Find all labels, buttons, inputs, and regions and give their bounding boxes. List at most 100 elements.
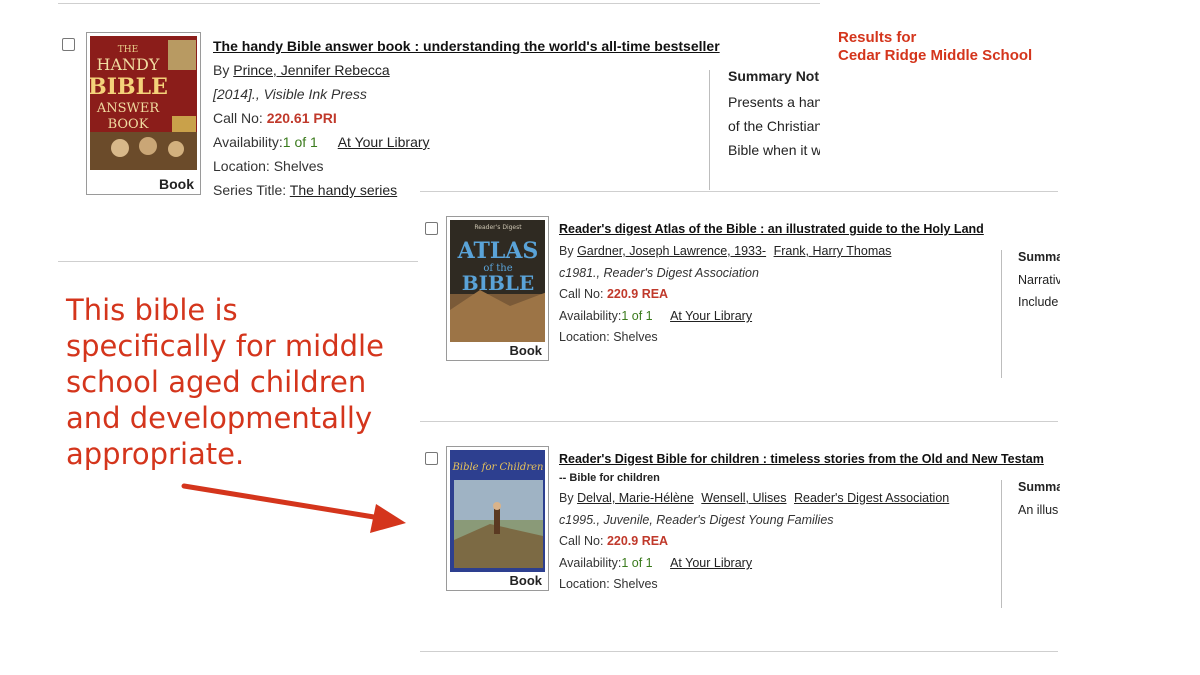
result-divider bbox=[420, 191, 1058, 192]
availability-line: Availability:1 of 1 At Your Library bbox=[559, 556, 752, 570]
call-number-line: Call No: 220.61 PRI bbox=[213, 110, 337, 126]
call-number-line: Call No: 220.9 REA bbox=[559, 287, 668, 301]
author-link[interactable]: Gardner, Joseph Lawrence, 1933- bbox=[577, 244, 766, 258]
title-clip: Reader's Digest Bible for children : tim… bbox=[559, 452, 1060, 470]
summary-text-line: of the Christian bbox=[728, 118, 820, 134]
cover-text-answer: ANSWER bbox=[96, 101, 161, 116]
book-cover-1[interactable]: THE HANDY BIBLE ANSWER BOOK Book bbox=[86, 32, 201, 195]
result-title-link[interactable]: The handy Bible answer book : understand… bbox=[213, 38, 720, 54]
summary-divider bbox=[709, 70, 710, 190]
summary-text-line: An illus bbox=[1018, 503, 1059, 517]
summary-heading: Summa bbox=[1018, 480, 1060, 494]
result-divider bbox=[420, 651, 1058, 652]
summary-divider bbox=[1001, 250, 1002, 378]
left-divider bbox=[58, 261, 418, 262]
author-link[interactable]: Frank, Harry Thomas bbox=[774, 244, 892, 258]
publication-line: [2014]., Visible Ink Press bbox=[213, 86, 367, 102]
summary-heading: Summary Not bbox=[728, 68, 820, 84]
result-title-link[interactable]: Reader's Digest Bible for children : tim… bbox=[559, 452, 1044, 466]
author-link[interactable]: Prince, Jennifer Rebecca bbox=[233, 62, 389, 78]
summary-text-line: Narrativ bbox=[1018, 273, 1060, 287]
author-line: By Gardner, Joseph Lawrence, 1933- Frank… bbox=[559, 244, 891, 258]
annotation-line: appropriate. bbox=[66, 437, 245, 471]
results-for-label: Results for bbox=[838, 29, 917, 46]
summary-text-line: Include bbox=[1018, 295, 1059, 309]
author-line: By Prince, Jennifer Rebecca bbox=[213, 62, 390, 78]
at-your-library-link[interactable]: At Your Library bbox=[670, 309, 752, 323]
author-link[interactable]: Wensell, Ulises bbox=[701, 491, 786, 505]
cover-text-book: BOOK bbox=[108, 117, 149, 132]
cover-text-bible: BIBLE bbox=[90, 74, 168, 100]
cover-text-title: Bible for Children bbox=[452, 462, 544, 473]
book-cover-2[interactable]: Reader's Digest ATLAS of the BIBLE Book bbox=[446, 216, 549, 361]
location-line: Location: Shelves bbox=[559, 330, 658, 344]
annotation-note: This bible is specifically for middle sc… bbox=[66, 292, 384, 472]
summary-panel: Summary Not Presents a han of the Christ… bbox=[728, 68, 820, 168]
format-label: Book bbox=[509, 343, 543, 358]
availability-line: Availability:1 of 1 At Your Library bbox=[559, 309, 752, 323]
cover-art: Reader's Digest ATLAS of the BIBLE bbox=[450, 220, 545, 342]
at-your-library-link[interactable]: At Your Library bbox=[670, 556, 752, 570]
cover-illustration: Bible for Children bbox=[450, 450, 545, 572]
format-label: Book bbox=[159, 176, 194, 192]
series-label: Series Title: bbox=[213, 182, 290, 198]
result-divider bbox=[420, 421, 1058, 422]
annotation-line: specifically for middle bbox=[66, 329, 384, 363]
publication-line: c1995., Juvenile, Reader's Digest Young … bbox=[559, 513, 834, 527]
call-number: 220.9 REA bbox=[606, 534, 669, 548]
by-label: By bbox=[559, 244, 574, 258]
publication-line: c1981., Reader's Digest Association bbox=[559, 266, 759, 280]
location-line: Location: Shelves bbox=[559, 577, 658, 591]
summary-panel: Summa An illus bbox=[1018, 480, 1060, 522]
availability-count: 1 of 1 bbox=[282, 134, 318, 150]
summary-heading: Summa bbox=[1018, 250, 1060, 264]
summary-divider bbox=[1001, 480, 1002, 608]
author-link[interactable]: Delval, Marie-Hélène bbox=[577, 491, 694, 505]
summary-text-line: Presents a han bbox=[728, 94, 820, 110]
availability-count: 1 of 1 bbox=[621, 309, 653, 323]
format-label: Book bbox=[509, 573, 543, 588]
at-your-library-link[interactable]: At Your Library bbox=[338, 134, 430, 150]
top-divider bbox=[58, 3, 820, 4]
select-checkbox[interactable] bbox=[425, 452, 438, 465]
series-line: Series Title: The handy series bbox=[213, 182, 397, 198]
result-title-link[interactable]: Reader's digest Atlas of the Bible : an … bbox=[559, 222, 984, 236]
availability-label: Availability: bbox=[559, 556, 622, 570]
call-number-line: Call No: 220.9 REA bbox=[559, 534, 668, 548]
summary-text-line: Bible when it w bbox=[728, 142, 820, 158]
availability-label: Availability: bbox=[559, 309, 622, 323]
variant-title: -- Bible for children bbox=[559, 472, 660, 484]
by-label: By bbox=[559, 491, 574, 505]
by-label: By bbox=[213, 62, 230, 78]
cover-illustration: THE HANDY BIBLE ANSWER BOOK bbox=[90, 36, 197, 170]
availability-label: Availability: bbox=[213, 134, 283, 150]
call-number: 220.9 REA bbox=[606, 287, 669, 301]
book-cover-3[interactable]: Bible for Children Book bbox=[446, 446, 549, 591]
call-label: Call No: bbox=[559, 287, 607, 301]
cover-text-atlas: ATLAS bbox=[457, 238, 539, 264]
call-number: 220.61 PRI bbox=[266, 110, 337, 126]
annotation-line: This bible is bbox=[66, 293, 238, 327]
cover-text-the: THE bbox=[118, 45, 138, 55]
author-line: By Delval, Marie-Hélène Wensell, Ulises … bbox=[559, 491, 949, 505]
cover-illustration: Reader's Digest ATLAS of the BIBLE bbox=[450, 220, 545, 342]
author-link[interactable]: Reader's Digest Association bbox=[794, 491, 949, 505]
annotation-line: and developmentally bbox=[66, 401, 373, 435]
summary-panel: Summa Narrativ Include bbox=[1018, 250, 1060, 314]
cover-text-publisher: Reader's Digest bbox=[474, 224, 522, 231]
select-checkbox[interactable] bbox=[425, 222, 438, 235]
call-label: Call No: bbox=[213, 110, 267, 126]
location-line: Location: Shelves bbox=[213, 158, 324, 174]
select-checkbox[interactable] bbox=[62, 38, 75, 51]
annotation-line: school aged children bbox=[66, 365, 367, 399]
red-arrow-icon bbox=[181, 483, 406, 533]
cover-text-bible: BIBLE bbox=[462, 271, 534, 295]
cover-art: THE HANDY BIBLE ANSWER BOOK bbox=[90, 36, 197, 170]
availability-line: Availability:1 of 1 At Your Library bbox=[213, 134, 430, 150]
cover-text-handy: HANDY bbox=[97, 55, 160, 74]
results-school-name: Cedar Ridge Middle School bbox=[838, 47, 1033, 64]
series-link[interactable]: The handy series bbox=[290, 182, 397, 198]
availability-count: 1 of 1 bbox=[621, 556, 653, 570]
call-label: Call No: bbox=[559, 534, 607, 548]
cover-art: Bible for Children bbox=[450, 450, 545, 572]
